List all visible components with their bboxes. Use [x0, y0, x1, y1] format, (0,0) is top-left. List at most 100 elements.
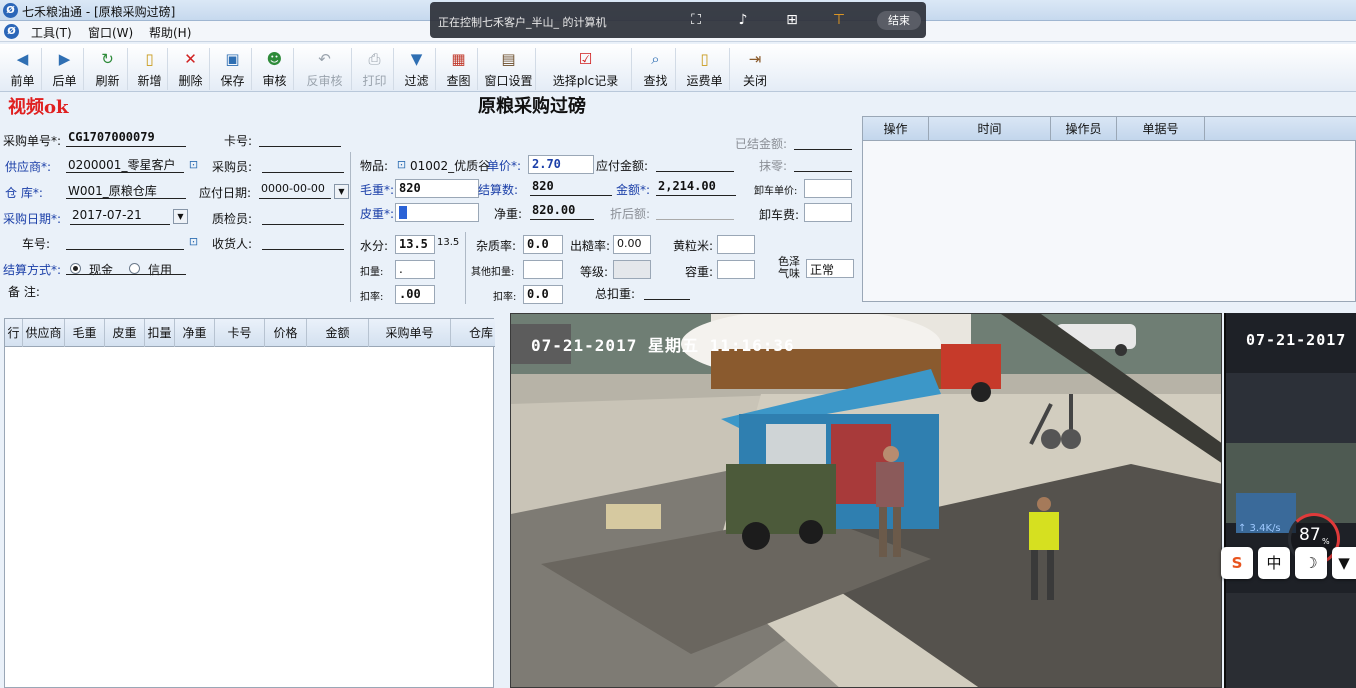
rounding-field[interactable] [794, 155, 852, 172]
buyer-field[interactable] [262, 156, 344, 173]
net-field[interactable]: 820.00 [530, 203, 594, 220]
amount-field[interactable]: 2,214.00 [656, 179, 736, 196]
color-smell-label: 色泽气味 [778, 255, 800, 280]
goods-lookup-icon[interactable]: ⊡ [394, 158, 409, 172]
order-no-field[interactable]: CG1707000079 [66, 130, 186, 147]
purchase-date-dropdown-icon[interactable]: ▼ [173, 209, 188, 224]
prev-record-button[interactable]: ◀ 前单 [4, 48, 42, 90]
settled-amount-field[interactable] [794, 133, 852, 150]
tare-input[interactable] [395, 203, 479, 222]
impurity-input[interactable]: 0.0 [523, 235, 563, 254]
yellow-rice-input[interactable] [717, 235, 755, 254]
warehouse-field[interactable]: W001_原粮仓库 [66, 182, 186, 199]
supplier-lookup-icon[interactable]: ⊡ [186, 158, 201, 172]
grid-col-price[interactable]: 价格 [265, 319, 307, 347]
unit-price-input[interactable]: 2.70 [528, 155, 594, 174]
log-col-operation[interactable]: 操作 [863, 117, 929, 141]
grid-col-net[interactable]: 净重 [175, 319, 215, 347]
save-button[interactable]: ▣ 保存 [214, 48, 252, 90]
unapprove-button[interactable]: ↶ 反审核 [298, 48, 352, 90]
skin-icon[interactable]: ▼ [1332, 547, 1356, 579]
unload-fee-input[interactable] [804, 203, 852, 222]
grid-col-tare[interactable]: 皮重 [105, 319, 145, 347]
settle-mode-label: 结算方式*: [3, 263, 62, 277]
log-col-doc-no[interactable]: 单据号 [1117, 117, 1205, 141]
menu-tools[interactable]: 工具(T) [31, 24, 72, 41]
menu-window[interactable]: 窗口(W) [88, 24, 133, 41]
deduct-rate2-input[interactable]: 0.0 [523, 285, 563, 304]
approve-icon: ☻ [266, 50, 283, 68]
freight-doc-button[interactable]: ▯ 运费单 [680, 48, 730, 90]
discount-amount-field[interactable] [656, 203, 734, 220]
bulk-density-input[interactable] [717, 260, 755, 279]
window-settings-button[interactable]: ▤ 窗口设置 [482, 48, 536, 90]
volume-icon[interactable]: ♪ [733, 11, 753, 29]
other-deduct-input[interactable] [523, 260, 563, 279]
deduct-rate-input[interactable]: .00 [395, 285, 435, 304]
goods-field[interactable]: 01002_优质谷 [410, 157, 490, 174]
delete-button[interactable]: ✕ 删除 [172, 48, 210, 90]
purchase-date-label: 采购日期*: [3, 212, 62, 226]
app-icon-small[interactable]: Ø [4, 24, 19, 39]
approve-button[interactable]: ☻ 审核 [256, 48, 294, 90]
print-button[interactable]: ⎙ 打印 [356, 48, 394, 90]
end-control-button[interactable]: 结束 [877, 11, 921, 30]
chinese-mode-icon[interactable]: 中 [1258, 547, 1290, 579]
moisture-input[interactable]: 13.5 [395, 235, 435, 254]
camera-feed-1[interactable]: 07-21-2017 星期五 11:16:36 [510, 313, 1222, 688]
pin-icon[interactable]: ⊤ [829, 11, 849, 29]
grid-col-gross[interactable]: 毛重 [65, 319, 105, 347]
select-plc-button[interactable]: ☑ 选择plc记录 [540, 48, 632, 90]
grid-col-order-no[interactable]: 采购单号 [369, 319, 451, 347]
total-deduct-label: 总扣重: [595, 287, 636, 301]
deduct-weight-label: 扣量: [360, 267, 384, 278]
purchase-date-field[interactable]: 2017-07-21 [70, 208, 170, 225]
card-no-field[interactable] [259, 130, 341, 147]
grid-col-deduct[interactable]: 扣量 [145, 319, 175, 347]
receiver-field[interactable] [262, 233, 344, 250]
filter-button[interactable]: ▼ 过滤 [398, 48, 436, 90]
settle-qty-field[interactable]: 820 [530, 179, 612, 196]
color-smell-input[interactable]: 正常 [806, 259, 854, 278]
due-date-field[interactable]: 0000-00-00 [259, 182, 331, 199]
print-icon: ⎙ [368, 50, 381, 68]
gross-input[interactable]: 820 [395, 179, 479, 198]
new-button[interactable]: ▯ 新增 [132, 48, 168, 90]
menu-help[interactable]: 帮助(H) [149, 24, 191, 41]
grid-col-supplier[interactable]: 供应商 [23, 319, 65, 347]
payable-field[interactable] [656, 155, 734, 172]
grid-col-row[interactable]: 行 [5, 319, 23, 347]
grade-input[interactable] [613, 260, 651, 279]
grid-col-warehouse[interactable]: 仓库 [451, 319, 495, 347]
next-record-button[interactable]: ▶ 后单 [46, 48, 84, 90]
unload-price-input[interactable] [804, 179, 852, 198]
moon-icon[interactable]: ☽ [1295, 547, 1327, 579]
milling-rate-input[interactable]: 0.00 [613, 235, 651, 254]
view-image-icon: ▦ [451, 50, 466, 68]
deduct-weight-input[interactable]: . [395, 260, 435, 279]
deduct-rate2-label: 扣率: [493, 292, 517, 303]
due-date-dropdown-icon[interactable]: ▼ [334, 184, 349, 199]
sogou-ime-icon[interactable]: S [1221, 547, 1253, 579]
plate-lookup-icon[interactable]: ⊡ [186, 235, 201, 249]
remote-control-bar: 正在控制七禾客户_半山_ 的计算机 ⛶ ♪ ⊞ ⊤ 结束 [430, 2, 926, 38]
inspector-field[interactable] [262, 208, 344, 225]
supplier-field[interactable]: 0200001_零星客户 [66, 156, 184, 173]
fullscreen-icon[interactable]: ⛶ [686, 11, 706, 29]
operation-log-table: 操作 时间 操作员 单据号 [862, 116, 1356, 302]
log-col-operator[interactable]: 操作员 [1051, 117, 1117, 141]
view-image-button[interactable]: ▦ 查图 [440, 48, 478, 90]
gauge-value: 87 [1299, 525, 1321, 545]
total-deduct-field[interactable] [644, 283, 690, 300]
camera-feed-2[interactable]: 07-21-2017 ↑ 3.4K/s 87 % [1224, 313, 1356, 688]
grid-col-card[interactable]: 卡号 [215, 319, 265, 347]
new-doc-icon: ▯ [145, 50, 154, 68]
add-icon[interactable]: ⊞ [782, 11, 802, 29]
refresh-button[interactable]: ↻ 刷新 [88, 48, 128, 90]
log-col-time[interactable]: 时间 [929, 117, 1051, 141]
search-button[interactable]: ⌕ 查找 [636, 48, 676, 90]
gross-label: 毛重*: [360, 183, 395, 197]
plate-field[interactable] [66, 233, 184, 250]
close-button[interactable]: ⇥ 关闭 [734, 48, 776, 90]
grid-col-amount[interactable]: 金额 [307, 319, 369, 347]
